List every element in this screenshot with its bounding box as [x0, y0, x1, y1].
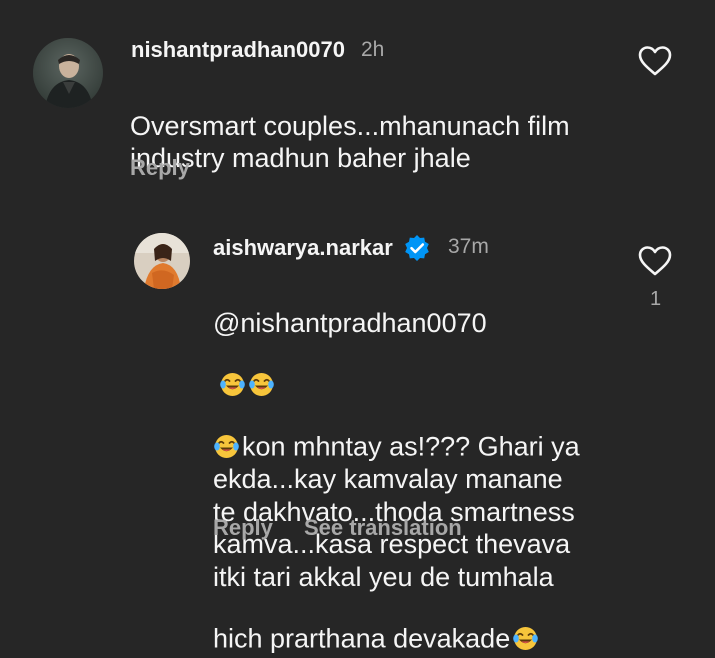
comment-body: Oversmart couples...mhanunach film indus… [130, 110, 570, 174]
laughing-emoji-icon [248, 339, 275, 396]
reply-button[interactable]: Reply [130, 155, 190, 181]
timestamp: 2h [361, 38, 385, 61]
laughing-emoji-icon [219, 339, 246, 396]
comment-text: Oversmart couples...mhanunach film indus… [130, 77, 630, 175]
laughing-emoji-icon [213, 401, 240, 458]
mention-link[interactable]: @nishantpradhan0070 [213, 308, 487, 338]
avatar[interactable] [134, 233, 190, 289]
see-translation-button[interactable]: See translation [304, 515, 462, 541]
username[interactable]: aishwarya.narkar [213, 235, 393, 261]
like-heart-icon[interactable] [638, 246, 672, 281]
avatar[interactable] [33, 38, 103, 108]
laughing-emoji-icon [512, 593, 539, 650]
reply-text-line: kon mhntay as!??? Ghari ya [242, 431, 580, 462]
like-heart-icon[interactable] [638, 46, 672, 81]
timestamp: 37m [448, 235, 489, 258]
reply-text: @nishantpradhan0070 kon mhntay as!??? Gh… [213, 274, 633, 655]
username[interactable]: nishantpradhan0070 [131, 37, 345, 63]
verified-badge-icon [403, 234, 431, 267]
reply-button[interactable]: Reply [213, 515, 273, 541]
like-count: 1 [650, 288, 662, 310]
